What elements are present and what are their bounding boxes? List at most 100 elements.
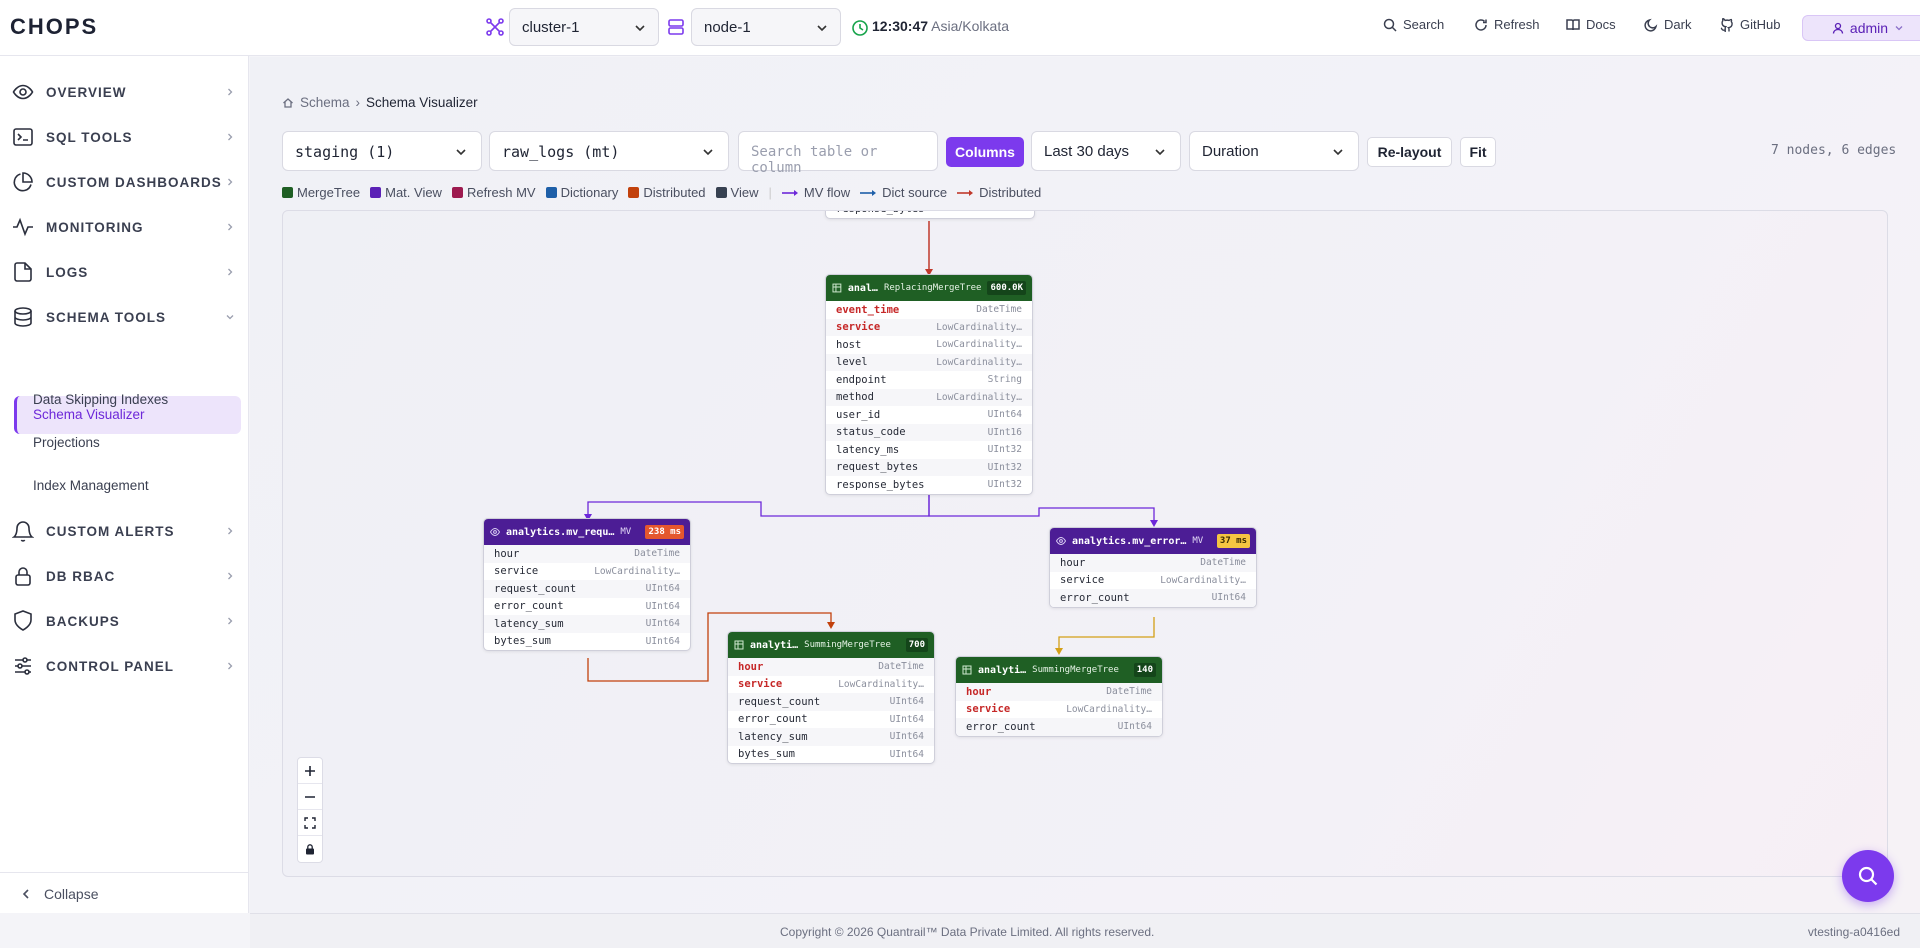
chevron-right-icon <box>228 223 233 231</box>
sidebar: OVERVIEW SQL TOOLS CUSTOM DASHBOARDS MON… <box>0 56 249 913</box>
eye-icon <box>1056 536 1066 546</box>
search-icon <box>1858 866 1878 886</box>
github-link-label: GitHub <box>1740 17 1781 32</box>
table-column-search-input[interactable]: Search table or column <box>738 131 938 176</box>
chevron-down-icon <box>703 149 713 156</box>
node-title: analyti… <box>750 639 799 651</box>
legend-divider: | <box>768 185 772 200</box>
legend-edge-dict-source: Dict source <box>860 185 947 200</box>
sidebar-item-custom-dashboards[interactable]: CUSTOM DASHBOARDS <box>0 162 249 202</box>
row-count-badge: 140 <box>1133 663 1156 677</box>
column-row: request_bytes UInt32 <box>826 458 1032 476</box>
legend-item: MergeTree <box>282 185 360 200</box>
footer-version: vtesting-a0416ed <box>1807 925 1900 939</box>
column-row: endpoint String <box>836 373 1022 386</box>
column-row: latency_sum UInt64 <box>484 615 690 633</box>
relayout-button[interactable]: Re-layout <box>1367 137 1452 167</box>
sidebar-item-sql-tools[interactable]: SQL TOOLS <box>0 117 249 157</box>
table-select[interactable]: raw_logs (mt) <box>489 131 729 171</box>
zoom-in-button[interactable] <box>298 758 322 784</box>
time-range-value: Last 30 days <box>1044 143 1130 160</box>
sidebar-item-logs[interactable]: LOGS <box>0 252 249 292</box>
metric-select[interactable]: Duration <box>1189 131 1359 171</box>
column-row: error_count UInt64 <box>738 713 924 726</box>
sidebar-item-label: CUSTOM DASHBOARDS <box>46 174 222 190</box>
table-icon <box>734 640 744 650</box>
column-row: latency_ms UInt32 <box>836 443 1022 456</box>
column-row: request_count UInt64 <box>728 693 934 711</box>
mv-node-errors[interactable]: analytics.mv_error… MV 37 ms hour DateTim… <box>1049 527 1257 608</box>
chevron-right-icon <box>228 662 233 670</box>
node-select[interactable]: node-1 <box>691 8 841 46</box>
column-list[interactable]: event_time DateTime service LowCardinality… <box>826 301 1032 494</box>
database-select[interactable]: staging (1) <box>282 131 482 171</box>
column-row: level LowCardinality… <box>826 353 1032 371</box>
sidebar-item-backups[interactable]: BACKUPS <box>0 601 249 641</box>
fit-button[interactable]: Fit <box>1460 137 1496 167</box>
sidebar-subitem-data-skipping-indexes[interactable]: Data Skipping Indexes <box>33 392 168 407</box>
server-icon <box>668 19 684 35</box>
sidebar-subitem-projections[interactable]: Projections <box>33 435 100 450</box>
column-row: status_code UInt16 <box>826 423 1032 441</box>
database-select-value: staging (1) <box>295 143 395 161</box>
legend-item: Distributed <box>628 185 706 200</box>
sidebar-item-custom-alerts[interactable]: CUSTOM ALERTS <box>0 511 249 551</box>
row-count-badge: 600.0K <box>987 281 1026 295</box>
columns-toggle-button[interactable]: Columns <box>946 137 1024 167</box>
fit-view-button[interactable] <box>298 810 322 836</box>
table-node-requests-summary[interactable]: analyti… SummingMergeTree 700 hour DateTi… <box>727 631 935 764</box>
refresh-link-label: Refresh <box>1494 17 1540 32</box>
chevron-right-icon <box>228 133 233 141</box>
user-menu-button[interactable]: admin <box>1802 15 1920 41</box>
table-node-upstream[interactable]: response_bytesUInt32 <box>825 211 1035 219</box>
schema-graph-canvas[interactable]: response_bytesUInt32 anal… ReplacingMerg… <box>282 210 1888 877</box>
legend-item: Mat. View <box>370 185 442 200</box>
docs-link[interactable]: Docs <box>1566 17 1616 32</box>
chevron-right-icon <box>228 617 233 625</box>
shield-icon <box>14 610 32 631</box>
breadcrumb-root[interactable]: Schema <box>300 95 350 110</box>
sidebar-collapse-button[interactable]: Collapse <box>0 872 249 914</box>
sidebar-item-control-panel[interactable]: CONTROL PANEL <box>0 646 249 686</box>
book-icon <box>1566 18 1580 30</box>
home-icon <box>283 97 293 108</box>
node-engine: SummingMergeTree <box>1032 665 1119 675</box>
github-link[interactable]: GitHub <box>1720 17 1780 32</box>
docs-link-label: Docs <box>1586 17 1616 32</box>
table-node-raw-logs[interactable]: anal… ReplacingMergeTree 600.0K event_ti… <box>825 274 1033 495</box>
search-link-label: Search <box>1403 17 1445 32</box>
duration-badge: 37 ms <box>1216 534 1250 548</box>
legend-item: Dictionary <box>545 185 618 200</box>
table-node-errors-summary[interactable]: analyti… SummingMergeTree 140 hour DateTi… <box>955 656 1163 737</box>
column-row: response_bytesUInt32 <box>836 478 1022 491</box>
plus-icon <box>305 765 315 776</box>
footer: Copyright © 2026 Quantrail™ Data Private… <box>250 913 1920 948</box>
column-row: bytes_sum UInt64 <box>494 635 680 648</box>
time-range-select[interactable]: Last 30 days <box>1031 131 1181 171</box>
mv-node-requests[interactable]: analytics.mv_requ… MV 238 ms hour DateTim… <box>483 518 691 651</box>
node-header: anal… ReplacingMergeTree 600.0K <box>826 275 1032 301</box>
refresh-link[interactable]: Refresh <box>1474 17 1540 32</box>
chevron-right-icon <box>228 527 233 535</box>
search-link[interactable]: Search <box>1383 17 1444 32</box>
sidebar-subitem-index-management[interactable]: Index Management <box>33 478 149 493</box>
theme-toggle[interactable]: Dark <box>1644 17 1691 32</box>
column-row: hour DateTime <box>484 545 690 563</box>
column-row: service LowCardinality… <box>738 678 924 691</box>
moon-icon <box>1644 18 1658 32</box>
zoom-out-button[interactable] <box>298 784 322 810</box>
database-icon <box>14 307 32 327</box>
eye-icon <box>490 527 500 537</box>
sidebar-item-overview[interactable]: OVERVIEW <box>0 72 249 112</box>
edge-mv-flow <box>928 495 1155 523</box>
sidebar-item-db-rbac[interactable]: DB RBAC <box>0 556 249 596</box>
sidebar-item-monitoring[interactable]: MONITORING <box>0 207 249 247</box>
floating-search-button[interactable] <box>1842 850 1894 902</box>
cluster-select[interactable]: cluster-1 <box>509 8 659 46</box>
edge-arrowhead <box>827 622 835 629</box>
column-row: user_id UInt64 <box>836 408 1022 421</box>
lock-canvas-button[interactable] <box>298 836 322 862</box>
edge-mv-flow <box>587 495 930 517</box>
sidebar-item-schema-tools[interactable]: SCHEMA TOOLS <box>0 297 249 337</box>
app-logo[interactable]: CHOPS <box>10 14 98 40</box>
